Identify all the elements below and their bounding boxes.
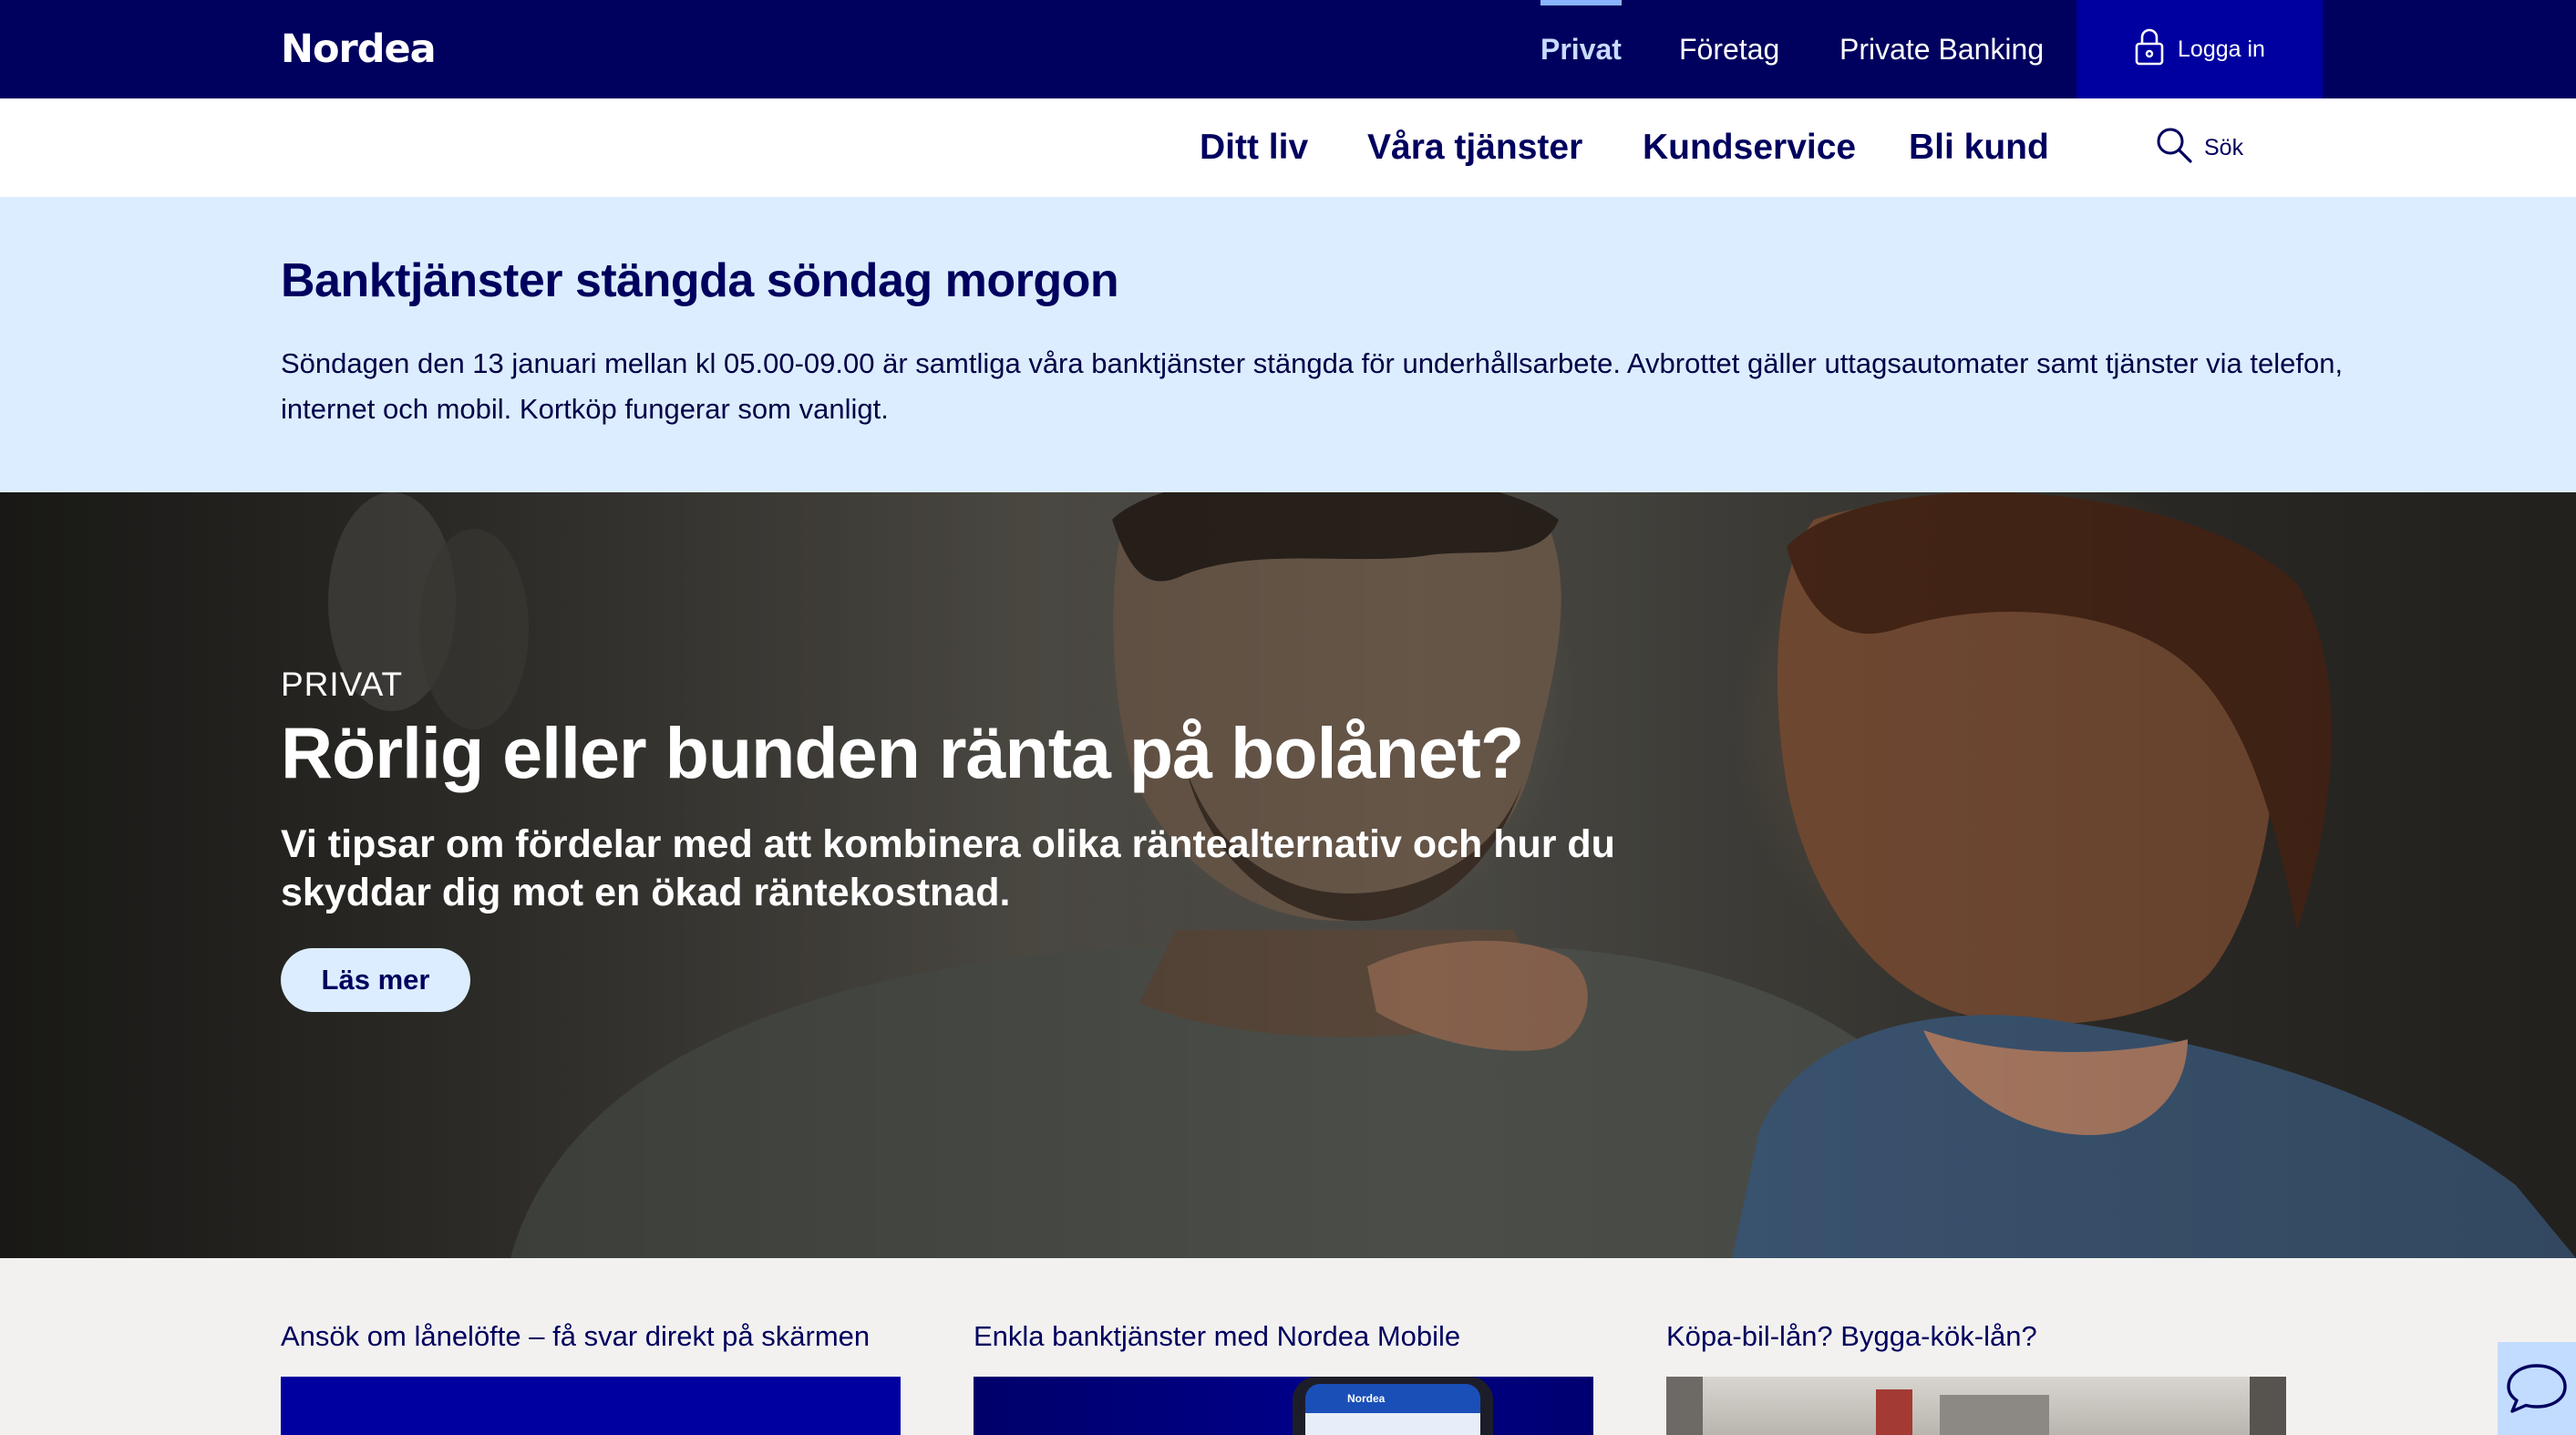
card-car-kitchen-loan[interactable]: Köpa-bil-lån? Bygga-kök-lån?: [1666, 1258, 2286, 1435]
service-notice: Banktjänster stängda söndag morgon Sönda…: [0, 197, 2576, 492]
card-nordea-mobile[interactable]: Enkla banktjänster med Nordea Mobile Nor…: [974, 1258, 1593, 1435]
topnav-foretag[interactable]: Företag: [1679, 0, 1779, 98]
card-image: [1666, 1377, 2286, 1435]
search-button[interactable]: Sök: [2155, 98, 2243, 197]
phone-screen-text: Nordea: [1347, 1392, 1386, 1405]
chat-bubble-icon: [2505, 1360, 2569, 1420]
notice-title: Banktjänster stängda söndag morgon: [281, 254, 1119, 307]
main-nav: Ditt liv Våra tjänster Kundservice Bli k…: [0, 98, 2576, 197]
nav-ditt-liv[interactable]: Ditt liv: [1200, 98, 1308, 197]
hero-subtitle: Vi tipsar om fördelar med att kombinera …: [281, 822, 1615, 914]
card-image: Nordea: [974, 1377, 1593, 1435]
nav-vara-tjanster[interactable]: Våra tjänster: [1367, 98, 1582, 197]
notice-body: Söndagen den 13 januari mellan kl 05.00-…: [281, 347, 2344, 425]
hero-eyebrow: PRIVAT: [281, 666, 404, 703]
search-label: Sök: [2204, 134, 2244, 160]
card-title: Ansök om lånelöfte – få svar direkt på s…: [281, 1320, 871, 1352]
topnav-privat[interactable]: Privat: [1540, 0, 1622, 98]
topnav-private-banking[interactable]: Private Banking: [1839, 0, 2044, 98]
nav-bli-kund[interactable]: Bli kund: [1909, 98, 2049, 197]
lock-icon: [2134, 26, 2165, 73]
chat-button[interactable]: [2498, 1342, 2576, 1435]
promo-cards: Ansök om lånelöfte – få svar direkt på s…: [0, 1258, 2576, 1435]
top-bar: Nordea Privat Företag Private Banking Lo…: [0, 0, 2576, 98]
card-title: Enkla banktjänster med Nordea Mobile: [974, 1320, 1461, 1352]
nav-kundservice[interactable]: Kundservice: [1643, 98, 1856, 197]
login-label: Logga in: [2178, 36, 2265, 62]
hero-title: Rörlig eller bunden ränta på bolånet?: [281, 712, 1524, 793]
card-image: [281, 1377, 901, 1435]
card-title: Köpa-bil-lån? Bygga-kök-lån?: [1666, 1320, 2037, 1352]
search-icon: [2155, 126, 2193, 170]
phone-illustration: Nordea: [1293, 1377, 1493, 1435]
kitchen-photo: [1666, 1377, 2286, 1435]
read-more-button[interactable]: Läs mer: [281, 948, 470, 1012]
card-loan-promise[interactable]: Ansök om lånelöfte – få svar direkt på s…: [281, 1258, 901, 1435]
login-button[interactable]: Logga in: [2076, 0, 2323, 98]
hero-banner: PRIVAT Rörlig eller bunden ränta på bolå…: [0, 492, 2576, 1258]
nordea-logo[interactable]: Nordea: [281, 26, 437, 73]
